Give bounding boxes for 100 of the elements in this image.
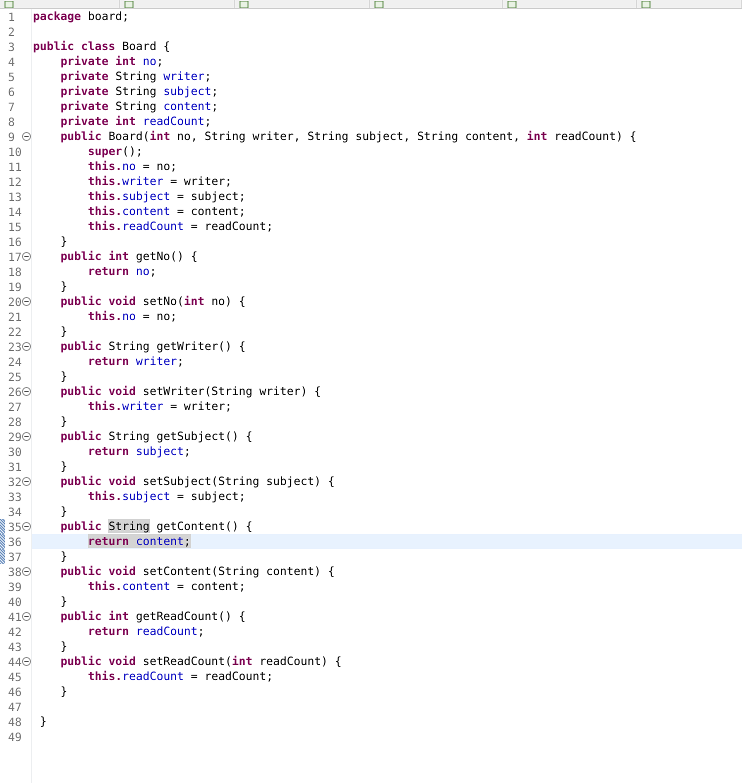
line-number: 44	[8, 654, 22, 668]
collapse-icon[interactable]	[22, 522, 31, 531]
line-number: 9	[8, 130, 16, 144]
code-line: package board;	[33, 9, 130, 23]
collapse-icon[interactable]	[22, 477, 31, 486]
code-line: public void setSubject(String subject) {	[59, 474, 335, 488]
line-number: 26	[8, 384, 22, 398]
line-number: 33	[8, 490, 23, 504]
line-number: 35	[8, 520, 22, 534]
code-line: private int readCount;	[59, 114, 212, 128]
collapse-icon[interactable]	[22, 252, 31, 261]
line-number: 21	[8, 310, 23, 324]
code-line: this.writer = writer;	[86, 174, 232, 188]
line-number: 23	[8, 340, 22, 354]
line-number: 49	[8, 730, 23, 744]
code-line: this.subject = subject;	[86, 489, 246, 503]
code-line: }	[59, 414, 68, 428]
line-number: 39	[8, 580, 23, 594]
line-number: 29	[8, 430, 22, 444]
line-number: 16	[8, 234, 23, 248]
code-line: this.subject = subject;	[86, 189, 246, 203]
line-number: 37	[8, 550, 23, 564]
code-line: this.writer = writer;	[86, 399, 232, 413]
collapse-icon[interactable]	[22, 342, 31, 351]
code-line: return no;	[86, 264, 156, 278]
line-number: 15	[8, 220, 23, 234]
collapse-icon[interactable]	[22, 657, 31, 666]
line-number: 11	[8, 160, 23, 174]
line-number: 45	[8, 670, 23, 684]
code-line: }	[59, 504, 68, 518]
line-number: 24	[8, 354, 23, 368]
line-number: 38	[8, 564, 22, 578]
code-line: }	[59, 594, 68, 608]
code-line: this.content = content;	[86, 579, 246, 593]
line-number: 12	[8, 174, 23, 188]
line-number: 48	[8, 714, 23, 728]
code-line: }	[59, 234, 68, 248]
line-number: 19	[8, 280, 23, 294]
line-number: 14	[8, 204, 23, 218]
code-line: super();	[86, 144, 143, 158]
code-line: public int getNo() {	[59, 249, 198, 263]
code-line: }	[38, 714, 47, 728]
line-number: 46	[8, 684, 23, 698]
line-number: 25	[8, 370, 23, 384]
code-line: }	[59, 459, 68, 473]
code-line: public String getWriter() {	[59, 339, 246, 353]
collapse-icon[interactable]	[22, 567, 31, 576]
line-number: 34	[8, 504, 23, 518]
collapse-icon[interactable]	[22, 612, 31, 621]
code-line: private String subject;	[59, 84, 218, 98]
code-line: return readCount;	[86, 624, 204, 638]
code-line: this.content = content;	[86, 204, 246, 218]
line-number: 2	[8, 24, 16, 38]
line-number: 17	[8, 250, 22, 264]
code-line: public Board(int no, String writer, String subject, String content, int readCount) {	[59, 129, 637, 143]
line-number: 47	[8, 700, 23, 714]
line-number: 20	[8, 294, 22, 308]
line-number: 41	[8, 610, 22, 624]
code-line: this.no = no;	[86, 309, 178, 323]
line-number: 40	[8, 594, 23, 608]
line-number: 30	[8, 444, 23, 458]
code-line: }	[59, 324, 68, 338]
line-number: 18	[8, 264, 23, 278]
collapse-icon[interactable]	[22, 387, 31, 396]
code-line: public class Board {	[33, 39, 170, 53]
line-number: 32	[8, 474, 22, 488]
line-number: 4	[8, 54, 16, 68]
line-number: 42	[8, 624, 23, 638]
code-line: public String getSubject() {	[59, 429, 252, 443]
code-line: }	[59, 279, 68, 293]
line-number: 28	[8, 414, 23, 428]
code-line: public void setContent(String content) {	[59, 564, 335, 578]
line-number: 43	[8, 640, 23, 654]
line-number: 1	[8, 10, 16, 24]
code-line: return writer;	[86, 354, 184, 368]
code-line: this.readCount = readCount;	[86, 669, 274, 683]
code-line: return subject;	[86, 444, 191, 458]
line-number: 8	[8, 114, 16, 128]
line-number: 10	[8, 144, 23, 158]
code-line: public int getReadCount() {	[59, 609, 246, 623]
code-line: }	[59, 639, 68, 653]
code-line: public void setReadCount(int readCount) {	[59, 654, 342, 668]
code-line: }	[59, 684, 68, 698]
line-number: 3	[8, 40, 16, 54]
collapse-icon[interactable]	[22, 132, 31, 141]
line-number: 27	[8, 400, 23, 414]
line-number: 22	[8, 324, 23, 338]
line-number: 31	[8, 460, 23, 474]
code-line: this.readCount = readCount;	[86, 219, 274, 233]
line-number: 5	[8, 70, 16, 84]
code-line: return content;	[86, 534, 191, 548]
code-line: }	[59, 549, 68, 563]
code-line: public void setNo(int no) {	[59, 294, 246, 308]
collapse-icon[interactable]	[22, 297, 31, 306]
collapse-icon[interactable]	[22, 432, 31, 441]
code-line: public String getContent() {	[59, 519, 252, 533]
line-number: 13	[8, 190, 23, 204]
code-line: private String content;	[59, 99, 218, 113]
code-line: private String writer;	[59, 69, 212, 83]
line-number: 6	[8, 84, 16, 98]
